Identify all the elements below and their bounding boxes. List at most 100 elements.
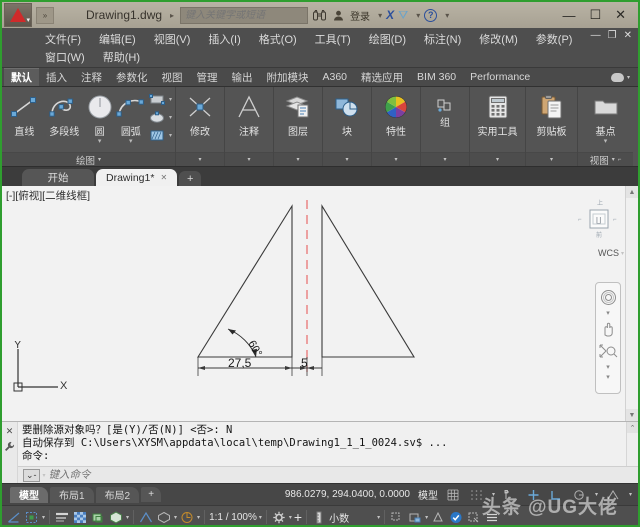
hatch-row[interactable]: ▾	[147, 127, 172, 144]
arc-dropdown-icon[interactable]: ▾	[129, 139, 133, 144]
units-chevron-icon[interactable]: ▾	[377, 514, 380, 521]
annotation-visibility-icon[interactable]	[138, 509, 154, 525]
ribbon-tab-bim360[interactable]: BIM 360	[410, 68, 463, 86]
properties-panel-title-bar[interactable]: ▾	[372, 152, 420, 166]
layers-button[interactable]: 图层	[277, 90, 319, 138]
annotation-scale-chevron-icon[interactable]: ▾	[174, 514, 177, 521]
grid-chevron-icon[interactable]: ▾	[492, 491, 495, 498]
orbit-chevron-icon[interactable]: ▾	[606, 373, 610, 381]
properties-button[interactable]: 特性	[375, 90, 417, 138]
lineweight-icon[interactable]	[54, 509, 70, 525]
menu-item-modify[interactable]: 修改(M)	[470, 30, 527, 48]
scroll-up-icon[interactable]: ▲	[626, 186, 638, 198]
document-tab-drawing1[interactable]: Drawing1* ✕	[96, 169, 177, 186]
rectangle-row[interactable]: ▾	[147, 91, 172, 108]
circle-dropdown-icon[interactable]: ▾	[98, 139, 102, 144]
layout-tab-layout1[interactable]: 布局1	[50, 487, 94, 503]
ribbon-tab-performance[interactable]: Performance	[463, 68, 537, 86]
utilities-panel-chevron-icon[interactable]: ▾	[496, 156, 499, 163]
search-input[interactable]	[185, 10, 303, 21]
clipboard-panel-chevron-icon[interactable]: ▾	[550, 156, 553, 163]
zoom-chevron-icon[interactable]: ▾	[606, 363, 610, 371]
minimize-button[interactable]: —	[562, 8, 575, 23]
osnap-icon[interactable]	[549, 487, 564, 502]
coordinates-display[interactable]: 986.0279, 294.0400, 0.0000	[285, 489, 410, 500]
steering-wheel-chevron-icon[interactable]: ▾	[606, 309, 610, 317]
workspace-chevron-icon[interactable]: ▾	[197, 514, 200, 521]
command-prompt-chevron-icon[interactable]: ▾	[43, 472, 46, 479]
help-chevron-icon[interactable]: ▾	[445, 11, 449, 20]
new-document-button[interactable]: +	[179, 171, 201, 186]
model-space-label[interactable]: 模型	[418, 487, 438, 502]
dynamic-input-icon[interactable]	[606, 487, 621, 502]
group-panel-title-bar[interactable]: ▾	[421, 152, 469, 166]
hardware-accel-icon[interactable]	[407, 509, 423, 525]
clipboard-panel-title-bar[interactable]: ▾	[526, 152, 577, 166]
annotation-panel-chevron-icon[interactable]: ▾	[247, 156, 250, 163]
menu-item-file[interactable]: 文件(F)	[36, 30, 90, 48]
grid-display-icon[interactable]	[446, 487, 461, 502]
autodesk-app-icon[interactable]: ⛛	[398, 8, 408, 23]
ribbon-tab-output[interactable]: 输出	[225, 68, 260, 86]
checkmark-status-icon[interactable]	[448, 509, 464, 525]
otrack-icon[interactable]	[572, 487, 587, 502]
draw-panel-chevron-icon[interactable]: ▾	[98, 156, 101, 163]
ribbon-tab-view[interactable]: 视图	[155, 68, 190, 86]
ribbon-tab-insert[interactable]: 插入	[39, 68, 74, 86]
person-icon[interactable]	[331, 8, 346, 23]
exchange-icon[interactable]: X	[386, 8, 394, 22]
cloud-chevron-icon[interactable]: ▾	[627, 74, 630, 81]
modify-panel-chevron-icon[interactable]: ▾	[198, 156, 201, 163]
ribbon-tab-a360[interactable]: A360	[316, 68, 355, 86]
modify-button[interactable]: 修改	[179, 90, 221, 138]
command-settings-wrench-icon[interactable]	[4, 441, 15, 452]
draw-panel-title-bar[interactable]: 绘图 ▾	[2, 152, 175, 166]
menu-item-help[interactable]: 帮助(H)	[94, 48, 149, 66]
ribbon-tab-home[interactable]: 默认	[4, 68, 39, 86]
maximize-button[interactable]: ☐	[589, 7, 601, 23]
grid-snap-icon[interactable]	[469, 487, 484, 502]
wcs-selector[interactable]: WCS ▾	[598, 248, 624, 258]
view-panel-chevron-icon[interactable]: ▾	[612, 156, 615, 163]
ellipse-dropdown-icon[interactable]: ▾	[169, 114, 172, 121]
add-tool-button[interactable]: +	[294, 509, 302, 525]
group-panel-chevron-icon[interactable]: ▾	[443, 156, 446, 163]
ribbon-tab-manage[interactable]: 管理	[190, 68, 225, 86]
search-box[interactable]	[180, 7, 308, 24]
polyline-button[interactable]: 多段线	[45, 90, 84, 138]
annotation-panel-title-bar[interactable]: ▾	[225, 152, 273, 166]
drawing-canvas[interactable]: [-][俯视][二维线框]	[2, 186, 638, 421]
ellipse-row[interactable]: ▾	[147, 109, 172, 126]
layout-tab-model[interactable]: 模型	[10, 487, 48, 503]
basepoint-dropdown-icon[interactable]: ▾	[604, 139, 608, 144]
steering-wheel-icon[interactable]	[598, 287, 618, 307]
wcs-chevron-icon[interactable]: ▾	[621, 250, 624, 257]
circle-button[interactable]: 圆 ▾	[85, 90, 115, 144]
dynamic-input-chevron-icon[interactable]: ▾	[629, 491, 632, 498]
menu-item-edit[interactable]: 编辑(E)	[90, 30, 145, 48]
basepoint-button[interactable]: 基点 ▾	[581, 90, 630, 144]
line-button[interactable]: 直线	[5, 90, 44, 138]
pan-hand-icon[interactable]	[598, 319, 618, 339]
view-panel-expand-icon[interactable]: ⌐	[618, 157, 622, 163]
command-input[interactable]	[49, 469, 633, 481]
ribbon-tab-addins[interactable]: 附加模块	[260, 68, 316, 86]
clipboard-button[interactable]: 剪贴板	[529, 90, 574, 138]
ortho-icon[interactable]	[503, 487, 518, 502]
gear-icon[interactable]	[271, 509, 287, 525]
3dosnap-icon[interactable]	[108, 509, 124, 525]
hardware-accel-chevron-icon[interactable]: ▾	[425, 514, 428, 521]
annotation-scale-icon[interactable]	[156, 509, 172, 525]
polar-tracking-icon[interactable]	[526, 487, 541, 502]
doc-restore-button[interactable]: ❐	[608, 30, 617, 41]
modify-panel-title-bar[interactable]: ▾	[176, 152, 224, 166]
selection-cycling-icon[interactable]	[90, 509, 106, 525]
menu-item-insert[interactable]: 插入(I)	[199, 30, 249, 48]
ribbon-tab-parametric[interactable]: 参数化	[109, 68, 155, 86]
command-close-icon[interactable]: ✕	[6, 426, 14, 437]
close-icon[interactable]: ✕	[160, 173, 167, 182]
ribbon-tab-featured-apps[interactable]: 精选应用	[354, 68, 410, 86]
utilities-panel-title-bar[interactable]: ▾	[470, 152, 525, 166]
block-button[interactable]: 块	[326, 90, 368, 138]
clean-screen-icon[interactable]	[430, 509, 446, 525]
